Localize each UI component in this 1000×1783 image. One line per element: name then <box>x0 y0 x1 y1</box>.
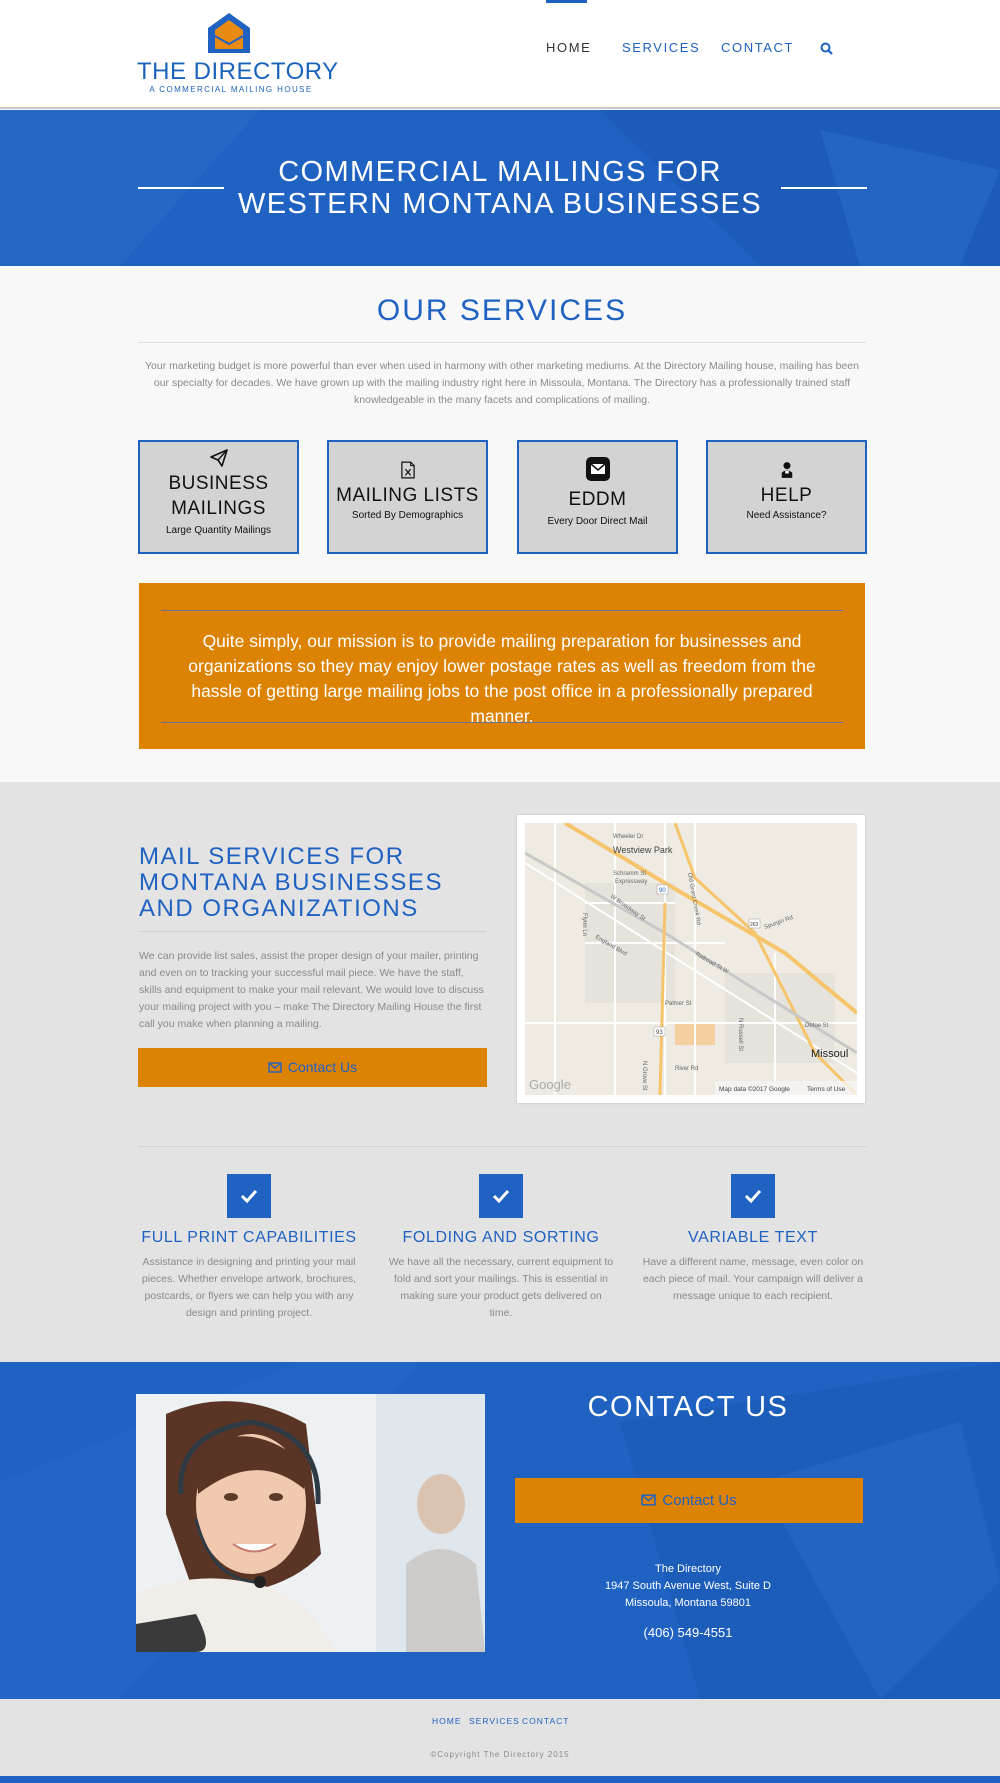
feature-text-folding: We have all the necessary, current equip… <box>388 1256 614 1319</box>
map-label-expressway: Expressway <box>615 879 647 885</box>
service-card-title: MAILING LISTS <box>336 485 479 506</box>
map-shield-90: 90 <box>659 888 666 894</box>
logo-subtitle: A COMMERCIAL MAILING HOUSE <box>149 85 313 94</box>
checkmark-icon <box>240 1189 258 1204</box>
map-attribution: Map data ©2017 Google <box>719 1085 790 1093</box>
search-icon[interactable] <box>820 42 833 55</box>
map-shield-93: 93 <box>656 1030 663 1036</box>
service-card-mailing-lists[interactable]: MAILING LISTS Sorted By Demographics <box>327 440 488 554</box>
map-label-grove-st: N Grove St <box>641 1061 647 1091</box>
feature-check-variable <box>731 1174 775 1218</box>
mission-text: Quite simply, our mission is to provide … <box>188 631 816 726</box>
map-label-westview-park: Westview Park <box>613 845 673 855</box>
phone-number[interactable]: (406) 549-4551 <box>515 1625 861 1640</box>
contact-us-button-label: Contact Us <box>662 1492 737 1509</box>
checkmark-icon <box>492 1189 510 1204</box>
service-card-help[interactable]: HELP Need Assistance? <box>706 440 867 554</box>
hero-title-line2: WESTERN MONTANA BUSINESSES <box>237 188 763 220</box>
mail-services-divider <box>139 931 486 932</box>
mission-rule-bottom <box>161 722 843 723</box>
nav-services[interactable]: SERVICES <box>622 40 700 55</box>
services-intro: Your marketing budget is more powerful t… <box>145 360 859 406</box>
map-label-schramm-st: Schramm St <box>613 871 646 877</box>
site-header: THE DIRECTORY A COMMERCIAL MAILING HOUSE… <box>0 0 1000 109</box>
service-card-subtitle: Sorted By Demographics <box>351 510 464 521</box>
address-name: The Directory <box>654 1563 722 1575</box>
footer-link-services[interactable]: SERVICES <box>469 1716 520 1726</box>
contact-us-button-label: Contact Us <box>287 1059 358 1075</box>
feature-text-variable: Have a different name, message, even col… <box>642 1256 864 1302</box>
copyright: ©Copyright The Directory 2015 <box>430 1750 570 1759</box>
service-card-subtitle: Need Assistance? <box>746 510 827 521</box>
bottom-accent-bar <box>0 1776 1000 1783</box>
map-label-defoe-st: Defoe St <box>805 1023 829 1029</box>
map-embed[interactable]: Westview Park Wheeler Dr Expressway Schr… <box>517 815 865 1103</box>
feature-title-variable: VARIABLE TEXT <box>688 1229 818 1246</box>
map-terms-link[interactable]: Terms of Use <box>807 1086 846 1093</box>
support-agent-image <box>136 1394 485 1652</box>
paper-plane-icon <box>209 449 228 467</box>
service-card-subtitle: Large Quantity Mailings <box>165 525 272 536</box>
map-label-flynn-ln: Flynn Ln <box>581 913 587 936</box>
mail-services-text: We can provide list sales, assist the pr… <box>139 950 484 1030</box>
hero-title: COMMERCIAL MAILINGS FOR WESTERN MONTANA … <box>200 156 800 220</box>
service-card-title: EDDM <box>568 489 627 510</box>
logo-house-icon <box>208 13 250 53</box>
logo[interactable]: THE DIRECTORY A COMMERCIAL MAILING HOUSE <box>137 12 339 96</box>
service-card-title: HELP <box>760 485 813 506</box>
map-canvas[interactable]: Westview Park Wheeler Dr Expressway Schr… <box>525 823 857 1095</box>
envelope-icon <box>268 1062 282 1073</box>
contact-photo <box>136 1394 485 1652</box>
map-label-river-rd: River Rd <box>675 1066 698 1072</box>
mission-rule-top <box>161 610 843 611</box>
service-card-business-mailings[interactable]: BUSINESS MAILINGS Large Quantity Mailing… <box>138 440 299 554</box>
map-google-logo: Google <box>529 1077 571 1092</box>
footer-link-contact[interactable]: CONTACT <box>522 1716 569 1726</box>
footer-link-home[interactable]: HOME <box>432 1716 462 1726</box>
services-title: OUR SERVICES <box>376 294 628 327</box>
contact-us-button[interactable]: Contact Us <box>138 1048 487 1087</box>
features-divider <box>138 1146 866 1147</box>
user-help-icon <box>781 462 792 478</box>
map-label-missoula: Missoul <box>811 1048 848 1060</box>
hero-banner: COMMERCIAL MAILINGS FOR WESTERN MONTANA … <box>0 110 1000 266</box>
contact-us-button-secondary[interactable]: Contact Us <box>515 1478 863 1523</box>
excel-file-icon <box>400 461 415 479</box>
nav-home[interactable]: HOME <box>546 40 591 55</box>
checkmark-icon <box>744 1189 762 1204</box>
map-label-russell-st: N Russell St <box>737 1018 743 1051</box>
services-divider <box>138 342 866 343</box>
map-shield-263: 263 <box>750 922 759 928</box>
service-card-title: BUSINESS MAILINGS <box>168 473 269 519</box>
service-card-subtitle: Every Door Direct Mail <box>547 516 648 527</box>
feature-title-folding: FOLDING AND SORTING <box>402 1229 600 1246</box>
nav-contact[interactable]: CONTACT <box>721 40 794 55</box>
site-footer <box>0 1699 1000 1776</box>
feature-check-folding <box>479 1174 523 1218</box>
feature-title-print: FULL PRINT CAPABILITIES <box>141 1229 357 1246</box>
service-card-eddm[interactable]: EDDM Every Door Direct Mail <box>517 440 678 554</box>
address-line1: 1947 South Avenue West, Suite D <box>605 1580 771 1592</box>
hero-title-line1: COMMERCIAL MAILINGS FOR <box>278 156 722 188</box>
address-line2: Missoula, Montana 59801 <box>625 1597 751 1609</box>
mission-banner: Quite simply, our mission is to provide … <box>139 583 865 749</box>
contact-title: CONTACT US <box>587 1391 789 1423</box>
page: THE DIRECTORY A COMMERCIAL MAILING HOUSE… <box>0 0 1000 1783</box>
nav-active-indicator <box>546 0 587 3</box>
mail-services-title: MAIL SERVICES FOR MONTANA BUSINESSES AND… <box>139 843 443 922</box>
feature-text-print: Assistance in designing and printing you… <box>141 1256 357 1319</box>
feature-check-print <box>227 1174 271 1218</box>
map-label-palmer-st: Palmer St <box>665 1001 692 1007</box>
logo-title: THE DIRECTORY <box>137 58 339 85</box>
envelope-icon <box>641 1494 657 1506</box>
map-label-wheeler-dr: Wheeler Dr <box>613 834 643 840</box>
envelope-square-icon <box>585 457 610 481</box>
